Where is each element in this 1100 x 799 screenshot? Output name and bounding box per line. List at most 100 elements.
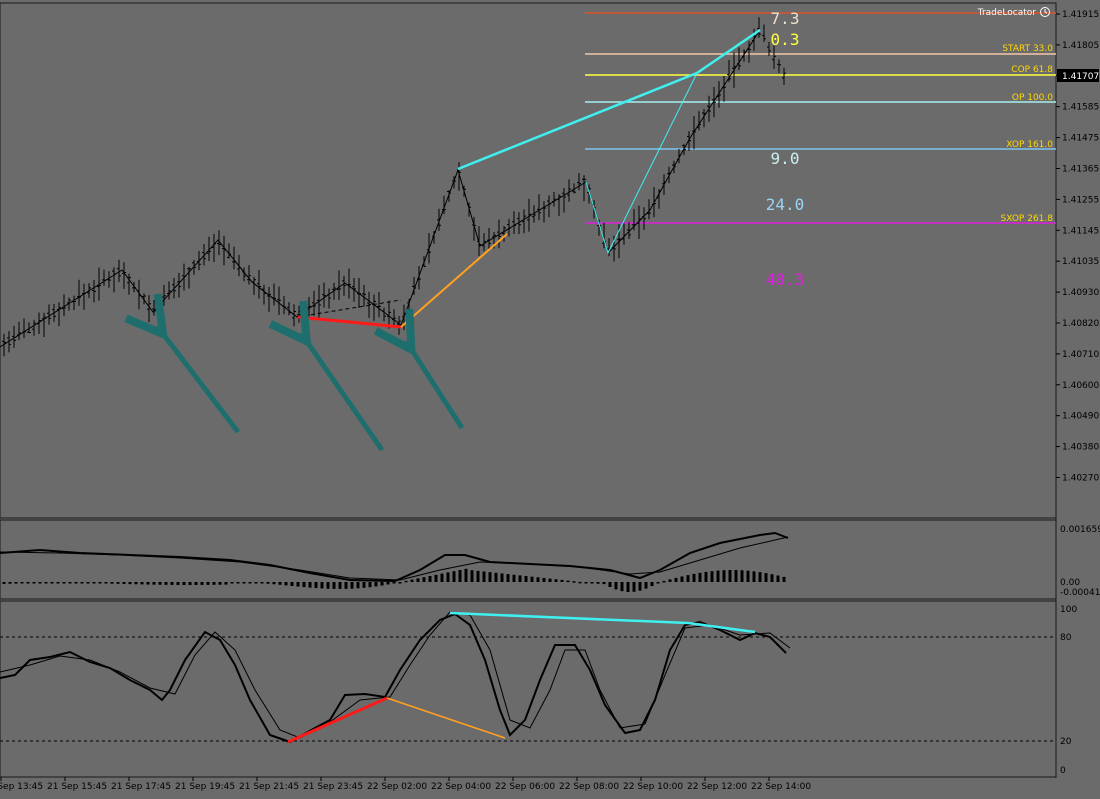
macd-histogram-bar (578, 581, 582, 584)
macd-histogram-bar (452, 571, 456, 582)
macd-histogram-bar (80, 582, 84, 584)
macd-histogram-bar (164, 582, 168, 585)
counter-3: 9.0 (771, 149, 800, 168)
macd-histogram-bar (740, 570, 744, 582)
macd-signal-line (0, 536, 789, 581)
time-axis-label: 22 Sep 04:00 (431, 782, 491, 792)
stoch-axis-80: 80 (1060, 633, 1072, 643)
arrow-1[interactable] (157, 326, 240, 434)
red-divergence-line[interactable] (297, 315, 402, 329)
price-axis-label: 1.41365 (1062, 165, 1099, 175)
macd-histogram-bar (524, 576, 528, 582)
macd-histogram-bar (104, 582, 108, 584)
current-price-label: 1.41707 (1062, 72, 1099, 82)
macd-histogram-bar (20, 582, 24, 584)
arrow-3[interactable] (406, 341, 465, 430)
macd-histogram-bar (464, 568, 468, 582)
price-bars[interactable] (2, 17, 786, 357)
macd-histogram-bar (308, 582, 312, 588)
macd-histogram-bar (272, 582, 276, 585)
macd-histogram-bar (764, 573, 768, 582)
macd-histogram-bar (158, 582, 162, 585)
arrow-2[interactable] (301, 333, 385, 452)
macd-histogram-bar (692, 573, 696, 582)
macd-histogram-bar (428, 576, 432, 582)
trading-chart[interactable]: START 33.0 COP 61.8 OP 100.0 XOP 161.0 S… (0, 0, 1100, 795)
macd-histogram-bar (8, 582, 12, 584)
start-label: START 33.0 (1002, 44, 1053, 54)
macd-histogram-bar (560, 579, 564, 582)
macd-histogram-bar (782, 576, 786, 582)
price-axis-label: 1.40270 (1062, 474, 1099, 484)
macd-histogram-bar (488, 572, 492, 582)
macd-histogram-bar (674, 577, 678, 582)
macd-indicator[interactable]: 0.001659 0.00 -0.000415 (0, 525, 1100, 598)
zigzag-line (0, 29, 761, 348)
sxop-label: SXOP 261.8 (1001, 214, 1054, 224)
price-axis-label: 1.40600 (1062, 381, 1099, 391)
time-axis-label: 22 Sep 12:00 (687, 782, 747, 792)
macd-histogram-bar (32, 582, 36, 584)
macd-histogram-bar (662, 580, 666, 583)
macd-histogram-bar (752, 571, 756, 582)
op-label: OP 100.0 (1012, 93, 1053, 103)
macd-histogram-bar (26, 582, 30, 584)
macd-histogram-bar (626, 582, 630, 592)
stoch-orange-divergence[interactable] (386, 697, 506, 739)
macd-histogram-bar (332, 582, 336, 589)
clock-icon (1040, 7, 1050, 17)
macd-histogram-bar (722, 570, 726, 582)
macd-histogram-bar (278, 582, 282, 585)
counter-5: 48.3 (766, 270, 805, 289)
macd-histogram-bar (548, 578, 552, 582)
macd-histogram-bar (530, 576, 534, 582)
macd-histogram-bar (620, 582, 624, 592)
macd-histogram-bar (458, 570, 462, 582)
macd-histogram-bar (716, 570, 720, 582)
stochastic-indicator[interactable]: 100 80 20 0 (0, 605, 1077, 776)
main-panel (0, 2, 1057, 519)
macd-histogram-bar (302, 582, 306, 588)
macd-histogram-bar (596, 582, 600, 584)
macd-histogram-bar (758, 572, 762, 582)
price-axis-label: 1.41145 (1062, 226, 1099, 236)
macd-histogram-bar (86, 582, 90, 584)
macd-histogram-bar (584, 582, 588, 584)
time-axis-label: 21 Sep 15:45 (47, 782, 107, 792)
macd-histogram-bar (296, 582, 300, 587)
macd-histogram-bar (380, 582, 384, 586)
macd-histogram-bar (326, 582, 330, 589)
time-axis-label: 22 Sep 10:00 (623, 782, 683, 792)
macd-histogram-bar (374, 582, 378, 587)
macd-histogram-bar (62, 582, 66, 584)
stoch-cyan-divergence[interactable] (449, 611, 689, 625)
macd-main-line (0, 531, 789, 583)
macd-histogram-bar (254, 582, 258, 584)
macd-histogram-bar (476, 570, 480, 582)
price-axis-label: 1.40490 (1062, 412, 1099, 422)
macd-histogram-bar (338, 582, 342, 589)
macd-histogram-bar (392, 582, 396, 584)
macd-histogram-bar (500, 573, 504, 582)
macd-histogram-bar (128, 582, 132, 585)
annotation-arrows[interactable] (157, 326, 465, 452)
macd-histogram-bar (704, 571, 708, 582)
stoch-red-divergence[interactable] (287, 696, 388, 744)
macd-histogram-bar (122, 582, 126, 584)
macd-histogram-bar (110, 582, 114, 584)
chart-canvas[interactable]: START 33.0 COP 61.8 OP 100.0 XOP 161.0 S… (0, 0, 1100, 795)
xop-label: XOP 161.0 (1006, 140, 1053, 150)
macd-histogram-bar (710, 571, 714, 582)
macd-histogram-bar (698, 572, 702, 582)
macd-histogram-bar (230, 582, 234, 584)
macd-histogram-bar (506, 574, 510, 582)
macd-histogram-bar (644, 582, 648, 589)
cyan-trendline[interactable] (457, 71, 698, 171)
macd-histogram-bar (134, 582, 138, 585)
stoch-axis-20: 20 (1060, 737, 1072, 747)
fibonacci-levels[interactable]: START 33.0 COP 61.8 OP 100.0 XOP 161.0 S… (585, 12, 1056, 224)
macd-histogram-bar (140, 582, 144, 585)
macd-histogram-bar (212, 582, 216, 585)
macd-histogram-bar (182, 582, 186, 585)
macd-histogram-bar (176, 582, 180, 585)
